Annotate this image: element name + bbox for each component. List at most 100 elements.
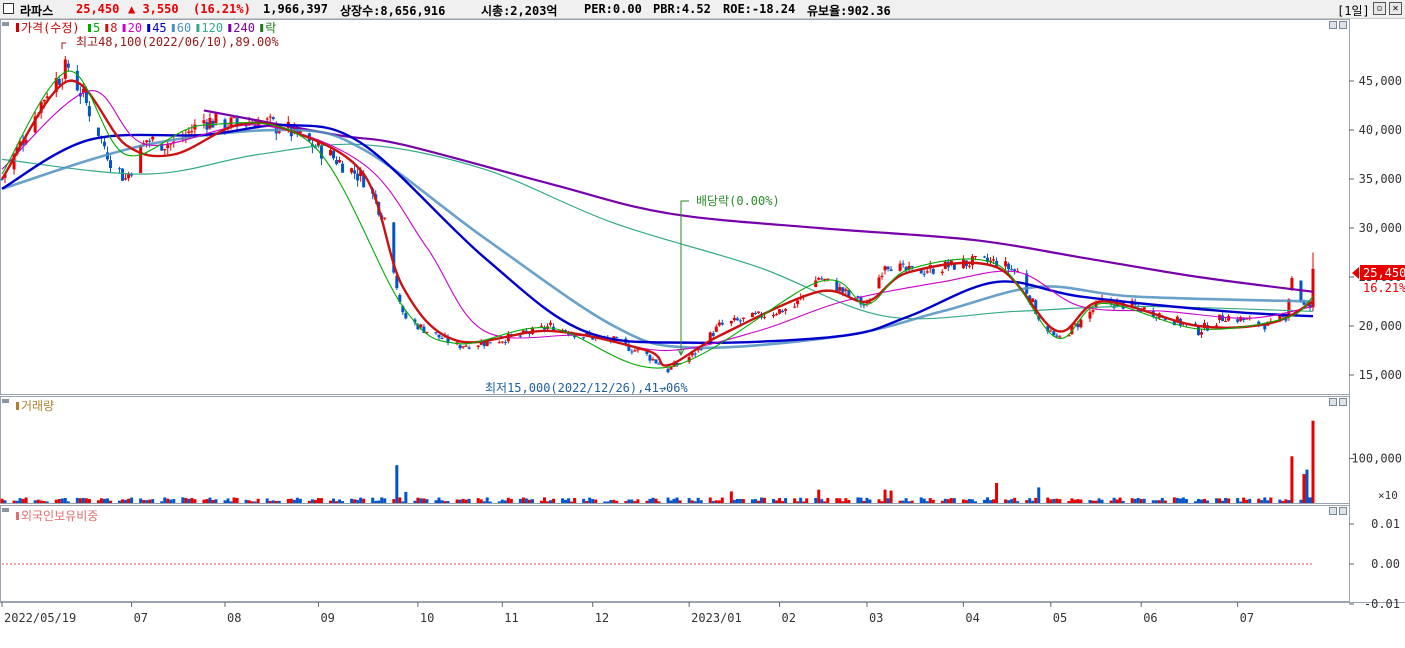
candle-body (268, 116, 272, 118)
volume-bar (669, 500, 673, 503)
ma-line-120 (1, 143, 1314, 320)
volume-bar (756, 500, 760, 503)
volume-bar (1290, 456, 1294, 503)
candle (211, 118, 215, 128)
volume-bar (1079, 499, 1083, 503)
volume-bar (479, 499, 483, 503)
volume-bar (1278, 499, 1282, 503)
foreign-panel-close-icon[interactable] (1339, 507, 1347, 515)
candle-body (139, 145, 143, 174)
price-change: ▲ 3,550 (128, 2, 179, 16)
volume-bar (509, 499, 513, 503)
volume-bar (1184, 498, 1188, 503)
legend-ma-label: 120 (201, 21, 223, 35)
candle-body (1007, 263, 1011, 270)
candle-body (124, 178, 128, 180)
volume-bar (1115, 499, 1119, 503)
volume-bar (907, 501, 911, 503)
candle (124, 173, 128, 181)
volume-bar (1239, 501, 1243, 503)
volume-bar (503, 500, 507, 503)
candle-body (488, 342, 492, 344)
price-tag-value: 25,450 (1363, 266, 1405, 280)
candle (636, 348, 640, 353)
candle-body (1196, 326, 1200, 336)
candle-body (762, 316, 766, 318)
close-button[interactable]: ✕ (1389, 2, 1402, 15)
candle-body (1004, 261, 1008, 267)
price-tick-label: 20,000 (1359, 319, 1402, 333)
candle (738, 318, 742, 325)
volume-bar (329, 500, 333, 503)
date-label: 03 (869, 611, 883, 625)
candle (356, 168, 360, 187)
volume-bar (1007, 500, 1011, 503)
volume-bar (738, 498, 742, 503)
volume-bar (989, 500, 993, 503)
candle (883, 265, 887, 275)
volume-bar (1172, 497, 1176, 503)
candle (901, 260, 905, 268)
restore-button[interactable]: ▫ (1373, 2, 1386, 15)
candle (844, 287, 848, 295)
volume-panel-close-icon[interactable] (1339, 398, 1347, 406)
candle-body (500, 341, 504, 343)
price-tick-label: 35,000 (1359, 172, 1402, 186)
candle (1239, 315, 1243, 323)
volume-bar (1109, 500, 1113, 503)
volume-bar (1097, 498, 1101, 503)
volume-bar (1034, 497, 1038, 503)
candle (383, 217, 387, 221)
volume-bar (316, 498, 320, 503)
volume-bar (1196, 498, 1200, 503)
volume-bar (286, 499, 290, 503)
candle-body (1224, 321, 1228, 323)
candle-body (717, 322, 721, 326)
panel-buttons[interactable] (1329, 21, 1347, 515)
volume-bar (678, 500, 682, 503)
volume-bar (594, 499, 598, 503)
legend-ma-label: 8 (110, 21, 117, 35)
volume-bar (1052, 499, 1056, 503)
candle-body (756, 311, 760, 313)
candle-body (781, 310, 785, 313)
candle-body (838, 287, 842, 291)
volume-bar (75, 497, 79, 503)
candle (648, 353, 652, 364)
candle-body (1221, 315, 1225, 322)
price-panel-close-icon[interactable] (1339, 21, 1347, 29)
volume-bar (567, 498, 571, 503)
volume-bar (229, 501, 233, 503)
period-selector[interactable]: [1일] (1337, 2, 1370, 19)
volume-bar (265, 498, 269, 503)
volume-bar (657, 501, 661, 503)
candle (732, 315, 736, 322)
volume-bar (564, 499, 568, 503)
volume-bar (1199, 499, 1203, 503)
volume-bar (1049, 499, 1053, 503)
volume-bar (1224, 497, 1228, 503)
candle-body (772, 314, 776, 317)
price-panel-minimize-icon[interactable] (1329, 21, 1337, 29)
candle-body (669, 367, 673, 370)
volume-bar (187, 498, 191, 503)
volume-bar (627, 499, 631, 503)
volume-bar (341, 501, 345, 503)
volume-panel-minimize-icon[interactable] (1329, 398, 1337, 406)
legend-ma-swatch (88, 24, 91, 32)
roe-value: ROE:-18.24 (723, 2, 796, 16)
foreign-panel-minimize-icon[interactable] (1329, 507, 1337, 515)
candle-body (229, 117, 233, 127)
retention-ratio: 유보율:902.36 (807, 4, 891, 18)
volume-bar (54, 499, 58, 503)
volume-bar (1181, 497, 1185, 503)
candle (796, 300, 800, 308)
window-icon (3, 3, 14, 14)
volume-bar (1227, 498, 1231, 503)
foreign-panel: -0.01 0.00 0.01 (2, 517, 1400, 611)
volume-bar (573, 497, 577, 503)
volume-bar (256, 498, 260, 503)
volume-bar (377, 500, 381, 503)
volume-bar (289, 498, 293, 503)
volume-bar (57, 499, 61, 503)
